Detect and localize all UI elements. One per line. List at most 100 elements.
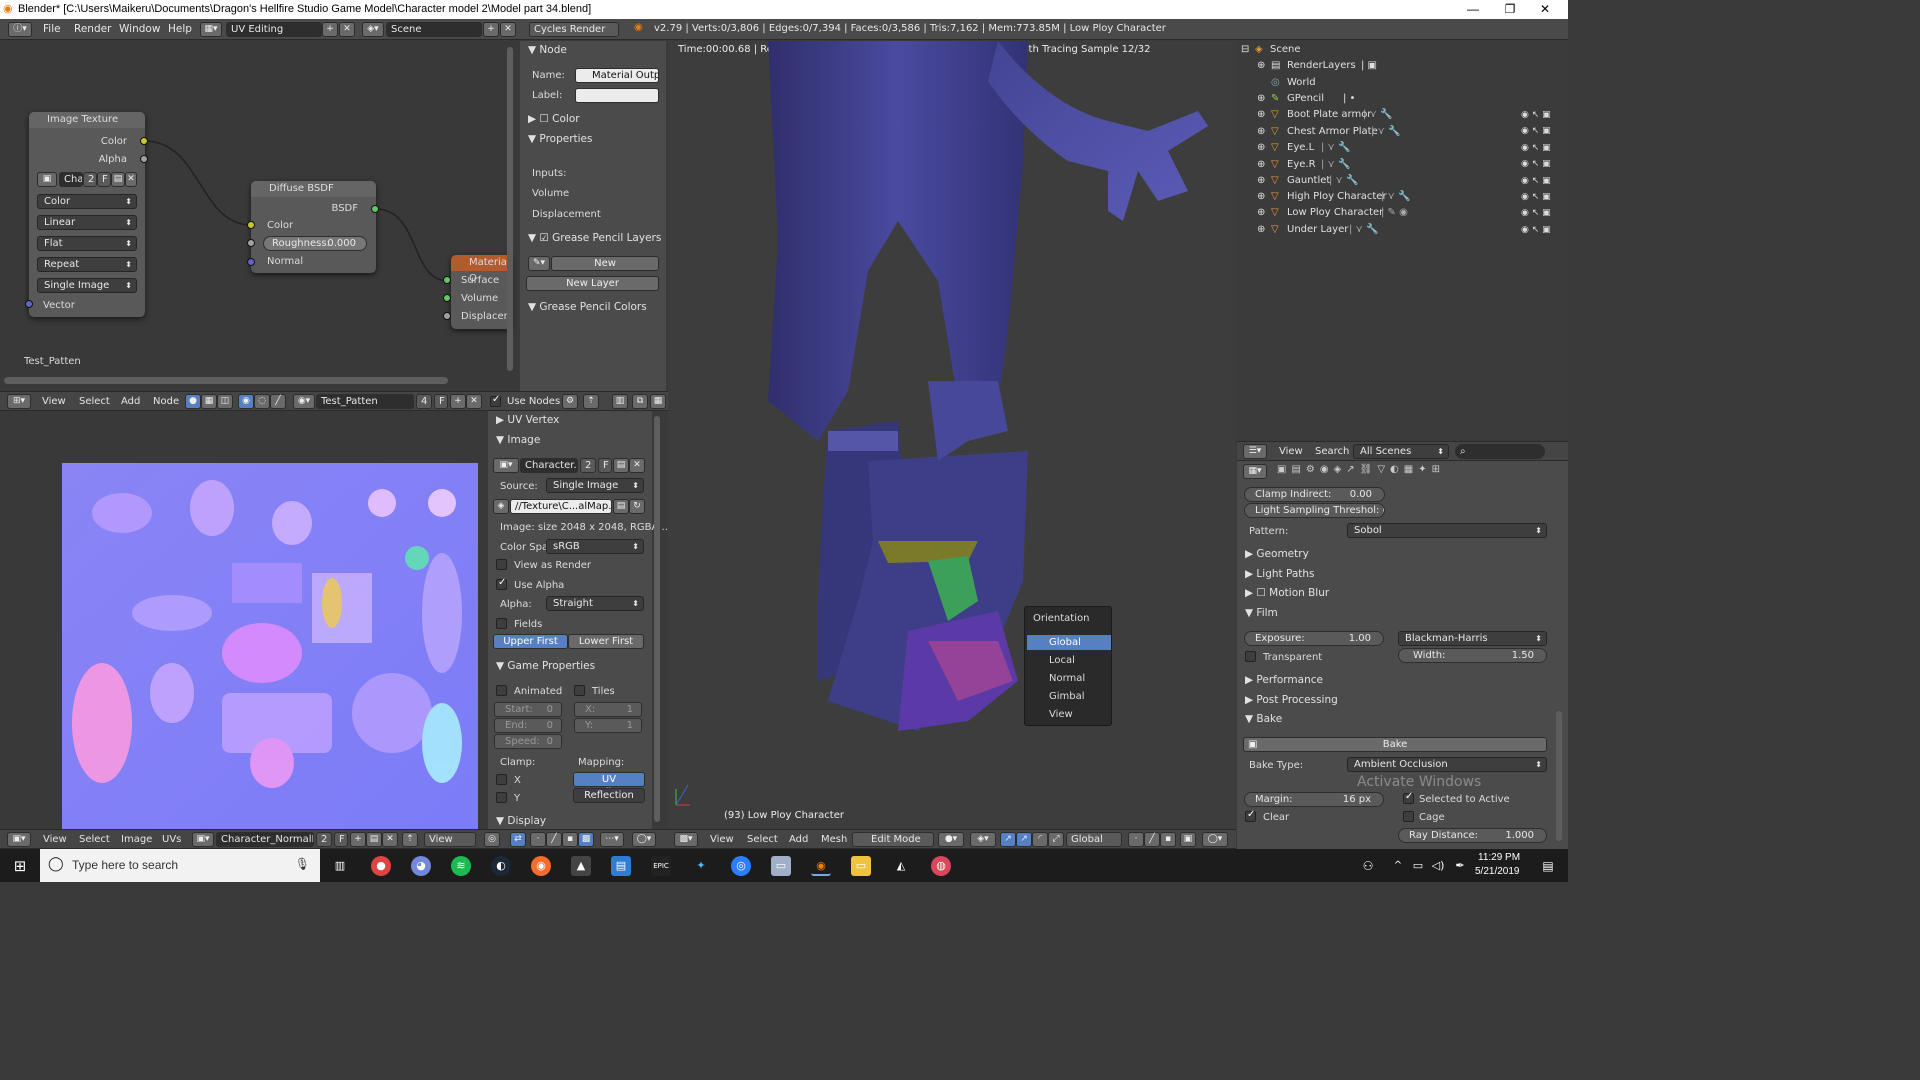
image-fake-button[interactable]: F [97,172,111,187]
colorspace-select[interactable]: sRGB [546,539,644,554]
geometry-section-header[interactable]: ▶ Geometry [1245,548,1309,560]
material-unlink-icon[interactable]: ✕ [466,394,482,409]
image-browse-icon-2[interactable]: ▣▾ [493,458,519,473]
node-editor-type-icon[interactable]: ⊞▾ [7,394,31,409]
interpolation-select[interactable]: Linear [37,215,137,230]
paste-icon[interactable]: ▦ [650,394,666,409]
reflection-button[interactable]: Reflection [573,788,645,803]
uv-image-editor[interactable] [0,411,488,829]
display-section-header[interactable]: ▼ Display [496,815,546,827]
transform-orientation-select[interactable]: Global [1066,832,1122,847]
uv-sync-icon[interactable]: ⇄ [510,832,526,847]
node-editor[interactable]: Image Texture Color Alpha ▣ Cha 2 F ▤ ✕ … [0,41,518,391]
orientation-normal-item[interactable]: Normal [1027,671,1111,686]
reload-icon[interactable]: ↻ [629,499,645,514]
uv-vertex-section-header[interactable]: ▶ UV Vertex [496,414,559,426]
paint-app-icon[interactable]: ◍ [931,856,951,876]
pivot-point-icon[interactable]: ◈▾ [970,832,996,847]
outliner-row-gauntlet[interactable]: ⊕ ▽ Gauntlet | ⋎ 🔧 [1237,173,1568,189]
viewport-shading-icon[interactable]: ●▾ [938,832,964,847]
vertex-select-icon[interactable]: · [1128,832,1144,847]
node-menu-select[interactable]: Select [79,396,110,407]
animated-checkbox[interactable] [496,685,507,696]
people-icon[interactable]: ⚇ [1358,856,1378,876]
3d-viewport[interactable]: Time:00:00.68 | Remaining:00:01.22 | Mem… [668,41,1236,829]
orientation-gimbal-item[interactable]: Gimbal [1027,689,1111,704]
clock-date[interactable]: 5/21/2019 [1475,866,1520,877]
properties-context-tabs[interactable]: ▣▤⚙◉◈↗⛓▽◐▦✦⊞ [1277,464,1477,479]
upper-first-button[interactable]: Upper First [493,634,568,649]
snap-icon[interactable]: ▥ [612,394,628,409]
add-layout-icon[interactable]: + [322,22,338,37]
viewport-menu-view[interactable]: View [710,834,734,845]
file-explorer-icon[interactable]: ▭ [851,856,871,876]
extension-select[interactable]: Repeat [37,257,137,272]
anim-start-field[interactable]: Start: 0 [494,702,562,717]
color-mode-select[interactable]: Color [37,194,137,209]
material-output-node[interactable]: Material O Surface Volume Displacem [451,255,513,329]
outliner-row-gpencil[interactable]: ⊕ ✎ GPencil | • [1237,91,1568,107]
surface-socket[interactable] [443,276,451,284]
notes-app-icon[interactable]: ▤ [611,856,631,876]
bsdf-output-socket[interactable] [371,205,379,213]
game-app-icon[interactable]: ▲ [571,856,591,876]
uv-menu-view[interactable]: View [43,834,67,845]
uv-coordinates-button[interactable]: UV Coordinates [573,772,645,798]
gp-layers-section-header[interactable]: ▼ ☑ Grease Pencil Layers [528,232,661,244]
image-filepath-field[interactable]: //Texture\C...alMap.png [510,499,612,514]
tray-chevron-icon[interactable]: ^ [1388,856,1408,876]
uv-image-add-icon[interactable]: + [350,832,366,847]
compositing-type-icon[interactable]: ◫ [217,394,233,409]
image-open-icon[interactable]: ▤ [613,458,629,473]
bake-button[interactable]: ▣ Bake [1243,737,1547,752]
bake-type-select[interactable]: Ambient Occlusion [1347,757,1547,772]
node-menu-add[interactable]: Add [121,396,140,407]
diffuse-color-socket[interactable] [247,221,255,229]
tiles-x-field[interactable]: X: 1 [574,702,642,717]
uv-editor-type-icon[interactable]: ▣▾ [7,832,31,847]
outliner-row-renderlayers[interactable]: ⊕ ▤ RenderLayers | ▣ [1237,58,1568,74]
menu-window[interactable]: Window [119,23,160,35]
displacement-socket[interactable] [443,312,451,320]
light-sampling-threshold-field[interactable]: Light Sampling Threshol: 0.01 [1244,503,1385,518]
layout-grid-icon[interactable]: ▦▾ [200,22,222,37]
use-nodes-checkbox[interactable] [490,394,501,407]
bake-section-header[interactable]: ▼ Bake [1245,713,1282,725]
manipulator-toggle-icon[interactable]: ↗ [1000,832,1016,847]
render-engine-select[interactable]: Cycles Render [529,22,619,37]
scene-field[interactable]: Scene [386,22,482,37]
rotate-manipulator-icon[interactable]: ◜ [1032,832,1048,847]
node-label-field[interactable] [575,88,659,103]
info-editor-type-icon[interactable]: ⓘ▾ [8,22,32,37]
visibility-column[interactable]: ◉ ↖ ▣ ◉ ↖ ▣ ◉ ↖ ▣ ◉ ↖ ▣ ◉ ↖ ▣ ◉ ↖ ▣ ◉ ↖ ▣ ◉ ↖ ▣ [1521,107,1567,239]
uv-mode-select[interactable]: View [424,832,476,847]
notifications-icon[interactable]: ▤ [1538,856,1558,876]
image-name-field[interactable]: Cha [59,172,83,187]
linestyle-shader-icon[interactable]: ╱ [270,394,286,409]
unity-icon[interactable]: ◭ [891,856,911,876]
outliner-display-mode-select[interactable]: All Scenes [1353,444,1449,459]
cage-checkbox[interactable] [1403,811,1414,822]
outliner-row-world[interactable]: ◎ World [1237,75,1568,91]
properties-type-icon[interactable]: ▦▾ [1243,464,1267,479]
uv-island-select-icon[interactable]: ▩ [578,832,594,847]
screen-layout-field[interactable]: UV Editing [226,22,322,37]
filter-width-field[interactable]: Width: 1.50 [1398,648,1547,663]
copy-icon[interactable]: ⧉ [632,394,648,409]
windows-start-icon[interactable]: ⊞ [10,856,30,876]
image-props-scrollbar[interactable] [654,416,660,822]
world-shader-icon[interactable]: ◌ [254,394,270,409]
outliner[interactable]: ⊟ ◈ Scene ⊕ ▤ RenderLayers | ▣ ◎ World ⊕ ✎ GPenc… [1237,41,1568,441]
outliner-type-icon[interactable]: ☰▾ [1243,444,1267,459]
epic-games-icon[interactable]: EPIC [651,856,671,876]
gp-new-layer-button[interactable]: New Layer [526,276,659,291]
app-window-icon[interactable]: ▭ [771,856,791,876]
uv-pin-icon[interactable]: ⇡ [402,832,418,847]
add-scene-icon[interactable]: + [483,22,499,37]
outliner-menu-view[interactable]: View [1279,446,1303,457]
color-section-header[interactable]: ▶ ☐ Color [528,113,580,125]
fields-checkbox[interactable] [496,618,507,629]
outliner-menu-search[interactable]: Search [1315,446,1349,457]
image-vector-socket[interactable] [25,300,33,308]
image-section-header[interactable]: ▼ Image [496,434,540,446]
